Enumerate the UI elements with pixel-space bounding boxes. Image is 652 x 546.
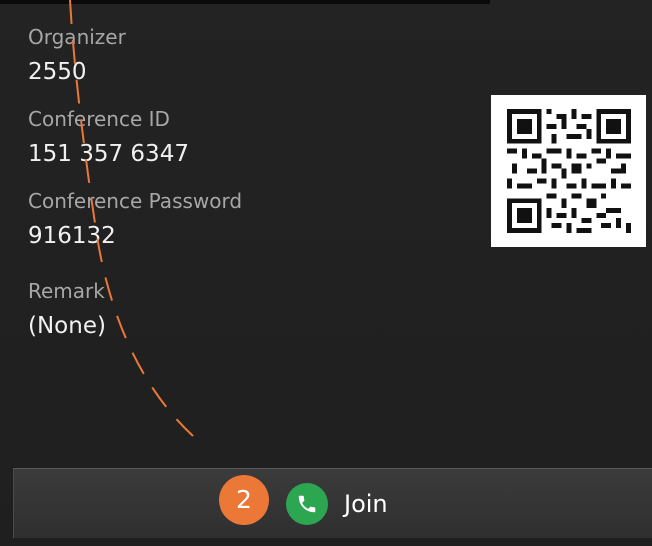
organizer-value: 2550 — [28, 59, 87, 85]
step-number-badge: 2 — [219, 475, 269, 525]
conference-id-value: 151 357 6347 — [28, 141, 189, 167]
remark-field: Remark (None) — [28, 279, 106, 340]
phone-icon[interactable] — [286, 483, 328, 525]
organizer-field: Organizer 2550 — [28, 25, 126, 86]
remark-value: (None) — [28, 313, 106, 339]
join-button[interactable] — [13, 468, 652, 538]
top-strip — [0, 0, 490, 4]
qr-code — [491, 95, 646, 247]
remark-label: Remark — [28, 279, 105, 303]
conference-password-value: 916132 — [28, 223, 116, 249]
conference-password-label: Conference Password — [28, 189, 243, 213]
conference-password-field: Conference Password 916132 — [28, 189, 242, 250]
qr-code-icon — [507, 109, 631, 233]
conference-id-field: Conference ID 151 357 6347 — [28, 107, 189, 168]
conference-id-label: Conference ID — [28, 107, 170, 131]
conference-details-panel: Organizer 2550 Conference ID 151 357 634… — [0, 0, 652, 546]
organizer-label: Organizer — [28, 25, 126, 49]
join-label[interactable]: Join — [344, 489, 388, 519]
